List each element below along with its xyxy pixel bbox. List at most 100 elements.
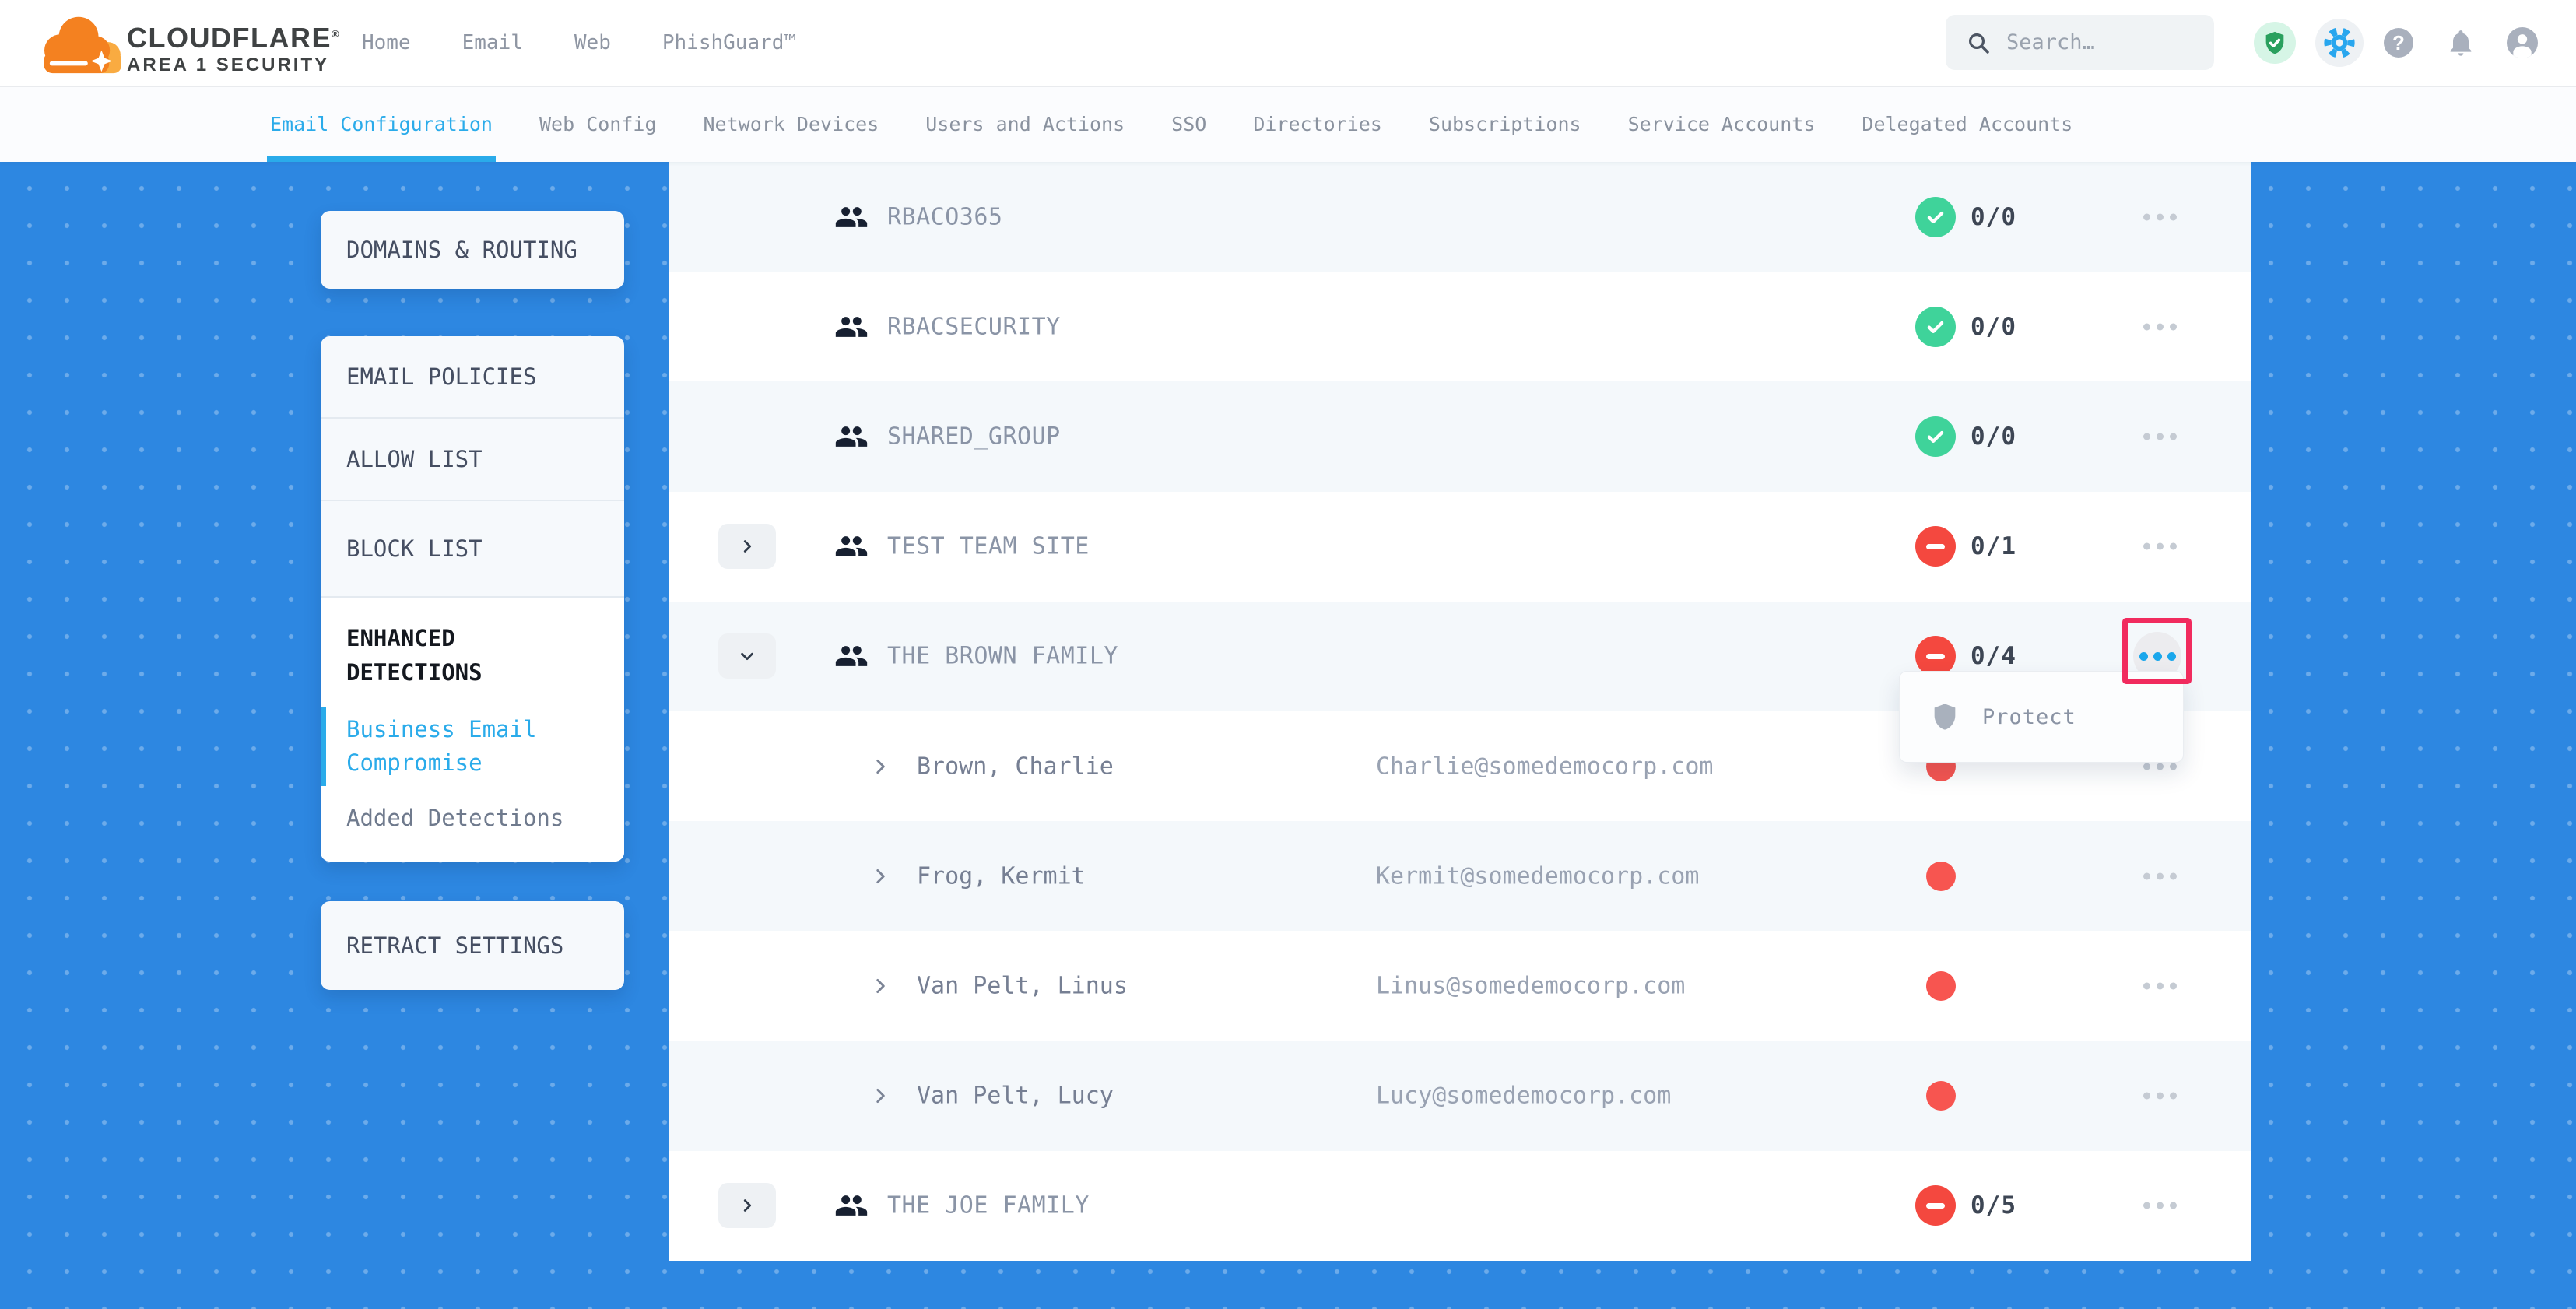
sidebar-item-domains-routing[interactable]: DOMAINS & ROUTING — [321, 211, 624, 289]
tab-users-and-actions[interactable]: Users and Actions — [925, 86, 1125, 162]
row-menu-button[interactable] — [2140, 982, 2180, 989]
sidebar-item-allow-list[interactable]: ALLOW LIST — [321, 419, 624, 500]
sidebar-item-retract-settings[interactable]: RETRACT SETTINGS — [321, 901, 624, 990]
status-alert-badge — [1915, 1185, 1956, 1226]
sidebar-item-label: EMAIL POLICIES — [346, 363, 536, 390]
sidebar-item-added-detections[interactable]: Added Detections — [346, 802, 598, 835]
status-count: 0/4 — [1971, 642, 2016, 670]
search-box — [1946, 15, 2214, 70]
nav-link-email[interactable]: Email — [462, 31, 523, 54]
tab-sso[interactable]: SSO — [1171, 86, 1206, 162]
status-count: 0/0 — [1971, 423, 2016, 451]
status-protected-badge — [1915, 197, 1956, 237]
security-status-button[interactable] — [2254, 0, 2296, 86]
notifications-button[interactable] — [2444, 0, 2478, 86]
sidebar-section-enhanced-detections: ENHANCED DETECTIONS Business Email Compr… — [321, 598, 624, 862]
sidebar-item-email-policies[interactable]: EMAIL POLICIES — [321, 336, 624, 417]
member-name: Van Pelt, Linus — [917, 972, 1128, 999]
minus-icon — [1926, 1203, 1945, 1209]
minus-icon — [1926, 544, 1945, 549]
nav-link-home[interactable]: Home — [362, 31, 411, 54]
row-menu-button[interactable] — [2140, 543, 2180, 550]
row-menu-button[interactable] — [2140, 213, 2180, 220]
row-menu-button[interactable] — [2140, 872, 2180, 879]
sidebar-item-block-list[interactable]: BLOCK LIST — [321, 501, 624, 596]
status-protected-badge — [1915, 307, 1956, 347]
row-menu-button[interactable] — [2140, 433, 2180, 440]
minus-icon — [1926, 654, 1945, 659]
status-count: 0/5 — [1971, 1191, 2016, 1220]
tab-email-configuration[interactable]: Email Configuration — [270, 86, 493, 162]
bell-icon — [2445, 27, 2476, 58]
table-row: RBACSECURITY 0/0 — [669, 272, 2251, 381]
tab-directories[interactable]: Directories — [1253, 86, 1382, 162]
member-name: Frog, Kermit — [917, 862, 1086, 890]
menu-item-protect[interactable]: Protect — [1982, 705, 2076, 729]
cloudflare-logo-icon — [34, 6, 126, 79]
member-name: Van Pelt, Lucy — [917, 1083, 1114, 1110]
brand-subtitle: AREA 1 SECURITY — [127, 54, 340, 77]
group-icon — [834, 529, 869, 563]
member-email: Kermit@somedemocorp.com — [1376, 862, 1699, 890]
brand-name: CLOUDFLARE® — [127, 19, 340, 54]
status-count: 0/0 — [1971, 313, 2016, 341]
sidebar-policy-card: EMAIL POLICIES ALLOW LIST BLOCK LIST ENH… — [321, 336, 624, 862]
nav-link-web[interactable]: Web — [574, 31, 611, 54]
row-menu-button[interactable] — [2140, 763, 2180, 770]
table-row: Van Pelt, LucyLucy@somedemocorp.com — [669, 1041, 2251, 1151]
sidebar-item-label: DOMAINS & ROUTING — [346, 237, 577, 263]
area1-security-app: CLOUDFLARE® AREA 1 SECURITY Home Email Web… — [0, 0, 2576, 1309]
enhanced-detections-title: ENHANCED DETECTIONS — [346, 621, 598, 690]
tab-delegated-accounts[interactable]: Delegated Accounts — [1862, 86, 2072, 162]
member-status-dot — [1926, 971, 1956, 1001]
member-chevron-icon — [870, 866, 890, 886]
group-icon — [834, 639, 869, 673]
table-row: RBACO365 0/0 — [669, 162, 2251, 272]
expand-group-button[interactable] — [718, 1183, 776, 1228]
sidebar-item-label: BLOCK LIST — [346, 535, 483, 562]
user-icon — [2507, 27, 2538, 58]
row-menu-button[interactable] — [2140, 1093, 2180, 1100]
gear-icon — [2315, 19, 2364, 67]
group-icon — [834, 419, 869, 454]
settings-button[interactable] — [2315, 0, 2364, 86]
account-button[interactable] — [2506, 0, 2539, 86]
group-name: THE JOE FAMILY — [887, 1192, 1090, 1220]
sidebar-item-business-email-compromise[interactable]: Business Email Compromise — [346, 713, 598, 780]
group-name: TEST TEAM SITE — [887, 533, 1090, 560]
nav-link-phishguard[interactable]: PhishGuard™ — [662, 31, 796, 54]
annotation-highlight-box — [2122, 618, 2192, 684]
help-button[interactable]: ? — [2383, 0, 2414, 86]
collapse-group-button[interactable] — [718, 633, 776, 679]
table-row: THE JOE FAMILY 0/5 — [669, 1151, 2251, 1261]
tab-network-devices[interactable]: Network Devices — [704, 86, 879, 162]
member-status-dot — [1926, 862, 1956, 891]
status-alert-badge — [1915, 526, 1956, 567]
chevron-right-icon — [739, 538, 756, 555]
member-email: Charlie@somedemocorp.com — [1376, 753, 1713, 780]
member-chevron-icon — [870, 1086, 890, 1106]
member-email: Linus@somedemocorp.com — [1376, 972, 1685, 999]
status-count: 0/1 — [1971, 532, 2016, 560]
sidebar-item-label: RETRACT SETTINGS — [346, 932, 563, 959]
table-row: TEST TEAM SITE 0/1 — [669, 492, 2251, 602]
group-name: RBACSECURITY — [887, 313, 1061, 340]
expand-group-button[interactable] — [718, 524, 776, 569]
secondary-tab-bar: Email Configuration Web Config Network Dev… — [0, 86, 2576, 162]
primary-nav: Home Email Web PhishGuard™ — [362, 0, 796, 86]
group-icon — [834, 310, 869, 344]
row-menu-button[interactable] — [2140, 1202, 2180, 1209]
search-input[interactable] — [2005, 30, 2195, 55]
search-icon — [1966, 30, 1991, 55]
tab-web-config[interactable]: Web Config — [539, 86, 657, 162]
top-header: CLOUDFLARE® AREA 1 SECURITY Home Email Web… — [0, 0, 2576, 87]
group-icon — [834, 200, 869, 234]
row-menu-button[interactable] — [2140, 323, 2180, 330]
member-name: Brown, Charlie — [917, 753, 1114, 780]
tab-service-accounts[interactable]: Service Accounts — [1628, 86, 1816, 162]
status-count: 0/0 — [1971, 203, 2016, 231]
tab-subscriptions[interactable]: Subscriptions — [1429, 86, 1581, 162]
chevron-down-icon — [739, 647, 756, 665]
group-name: THE BROWN FAMILY — [887, 643, 1118, 670]
group-name: RBACO365 — [887, 203, 1003, 230]
